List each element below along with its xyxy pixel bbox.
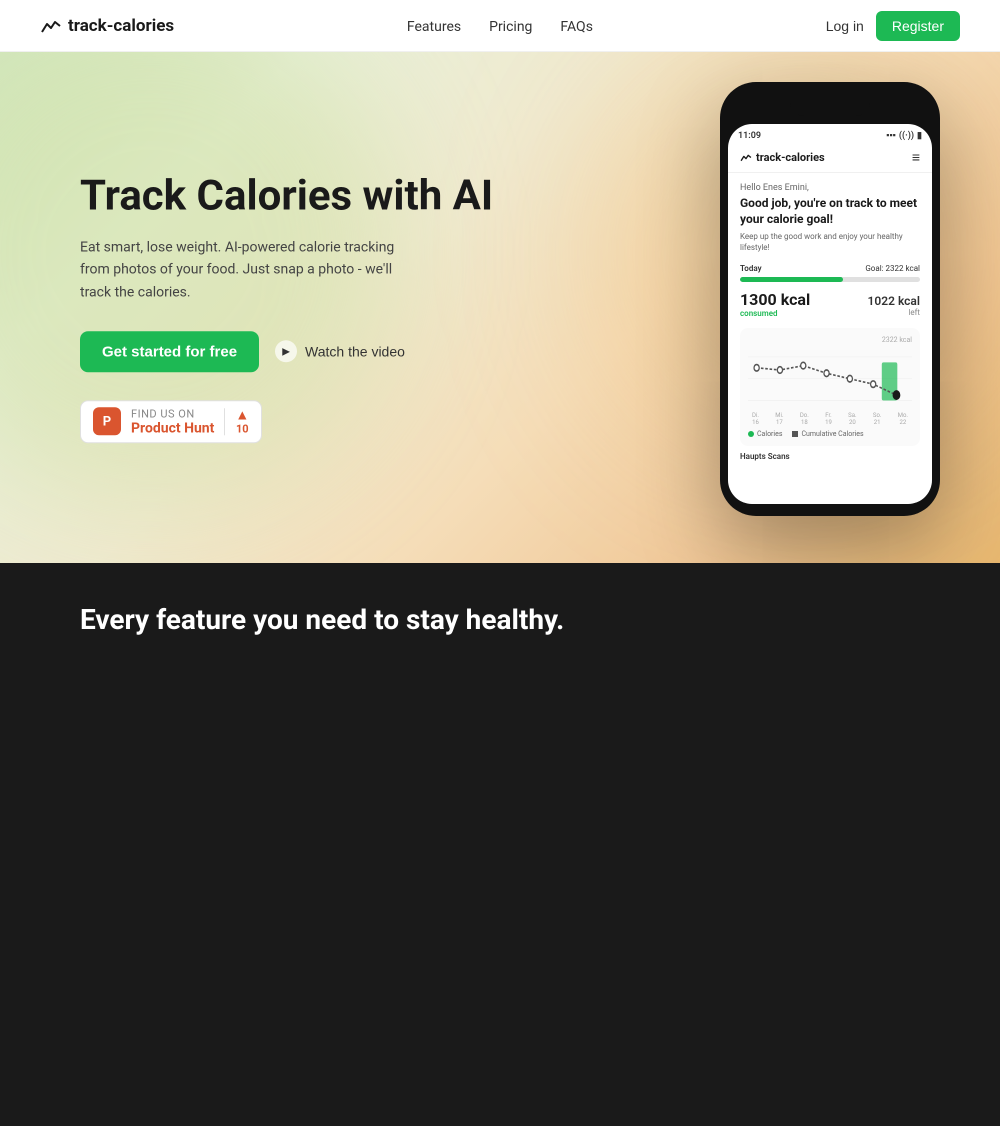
phone-status-bar: 11:09 ▪▪▪ ((·)) ▮ — [728, 124, 932, 145]
bottom-section: Every feature you need to stay healthy. — [0, 563, 1000, 1126]
phone-frame: 11:09 ▪▪▪ ((·)) ▮ track-calories — [720, 82, 940, 516]
phone-consumed: 1300 kcal consumed — [740, 290, 810, 318]
goal-label: Goal: 2322 kcal — [865, 264, 920, 273]
hero-title: Track Calories with AI — [80, 172, 493, 220]
phone-chart: 2322 kcal — [740, 328, 920, 446]
chart-y-label: 2322 kcal — [748, 336, 912, 344]
legend-cumulative-dot — [792, 431, 798, 437]
consumed-label: consumed — [740, 309, 810, 318]
nav-links: Features Pricing FAQs — [407, 16, 593, 35]
ph-name: Product Hunt — [131, 420, 214, 436]
left-label: left — [868, 308, 920, 317]
hero-content: Track Calories with AI Eat smart, lose w… — [80, 172, 493, 443]
left-kcal: 1022 kcal — [868, 294, 920, 308]
product-hunt-logo: P — [93, 408, 121, 436]
phone-notch — [790, 94, 870, 116]
watch-label: Watch the video — [305, 344, 405, 360]
legend-cumulative-label: Cumulative Calories — [801, 430, 863, 438]
hero-actions: Get started for free ▶ Watch the video — [80, 331, 493, 372]
chart-legend: Calories Cumulative Calories — [748, 430, 912, 438]
ph-score: ▲ 10 — [224, 408, 249, 435]
ph-arrow-icon: ▲ — [235, 408, 249, 422]
get-started-button[interactable]: Get started for free — [80, 331, 259, 372]
hero-subtitle: Eat smart, lose weight. AI-powered calor… — [80, 236, 400, 303]
register-button[interactable]: Register — [876, 11, 960, 41]
phone-screen: 11:09 ▪▪▪ ((·)) ▮ track-calories — [728, 124, 932, 504]
chart-x-label-3: Fr.19 — [825, 412, 832, 426]
chart-svg — [748, 346, 912, 406]
battery-icon: ▮ — [917, 131, 922, 141]
nav-features[interactable]: Features — [407, 19, 461, 35]
chart-x-label-5: So.21 — [873, 412, 882, 426]
hero-section: Track Calories with AI Eat smart, lose w… — [0, 52, 1000, 563]
today-label: Today — [740, 264, 762, 273]
phone-progress-bar — [740, 277, 920, 282]
phone-goal-section: Today Goal: 2322 kcal — [740, 264, 920, 282]
phone-left: 1022 kcal left — [868, 294, 920, 317]
wifi-icon: ((·)) — [899, 131, 914, 141]
chart-x-label-2: Do.18 — [800, 412, 809, 426]
phone-kcal-row: 1300 kcal consumed 1022 kcal left — [740, 290, 920, 318]
login-button[interactable]: Log in — [826, 18, 864, 34]
ph-find-text: FIND US ON — [131, 407, 214, 420]
phone-content: Hello Enes Emini, Good job, you're on tr… — [728, 173, 932, 471]
phone-mockup: 11:09 ▪▪▪ ((·)) ▮ track-calories — [720, 82, 940, 516]
navbar: track-calories Features Pricing FAQs Log… — [0, 0, 1000, 52]
phone-greeting: Hello Enes Emini, — [740, 183, 920, 193]
phone-app-name: track-calories — [756, 151, 825, 164]
nav-faqs[interactable]: FAQs — [560, 19, 593, 35]
logo-icon — [40, 18, 62, 34]
phone-app-logo: track-calories — [740, 151, 825, 164]
phone-progress-fill — [740, 277, 843, 282]
chart-x-label-6: Mo.22 — [898, 412, 908, 426]
watch-video-button[interactable]: ▶ Watch the video — [275, 341, 405, 363]
phone-app-header: track-calories ≡ — [728, 145, 932, 173]
consumed-kcal: 1300 kcal — [740, 290, 810, 309]
ph-text-group: FIND US ON Product Hunt — [131, 407, 214, 436]
chart-x-label-1: Mi.17 — [775, 412, 783, 426]
legend-calories-dot — [748, 431, 754, 437]
legend-calories-label: Calories — [757, 430, 782, 438]
play-icon: ▶ — [275, 341, 297, 363]
phone-time: 11:09 — [738, 131, 761, 141]
chart-x-labels: Di.16 Mi.17 Do.18 Fr.19 Sa.20 So.21 Mo.2… — [748, 412, 912, 426]
legend-calories: Calories — [748, 430, 782, 438]
bottom-title: Every feature you need to stay healthy. — [80, 603, 564, 636]
phone-status-icons: ▪▪▪ ((·)) ▮ — [886, 130, 922, 141]
legend-cumulative: Cumulative Calories — [792, 430, 863, 438]
nav-actions: Log in Register — [826, 11, 960, 41]
phone-section-title: Haupts Scans — [740, 452, 920, 461]
phone-logo-icon — [740, 153, 752, 162]
phone-menu-icon: ≡ — [912, 149, 920, 166]
phone-goal-header: Today Goal: 2322 kcal — [740, 264, 920, 273]
chart-x-label-0: Di.16 — [752, 412, 759, 426]
logo[interactable]: track-calories — [40, 16, 174, 36]
product-hunt-badge[interactable]: P FIND US ON Product Hunt ▲ 10 — [80, 400, 262, 443]
chart-x-label-4: Sa.20 — [848, 412, 856, 426]
signal-icon: ▪▪▪ — [886, 130, 896, 141]
phone-subtext: Keep up the good work and enjoy your hea… — [740, 231, 920, 253]
phone-headline: Good job, you're on track to meet your c… — [740, 196, 920, 227]
logo-text: track-calories — [68, 16, 174, 36]
nav-pricing[interactable]: Pricing — [489, 19, 532, 35]
ph-count: 10 — [236, 422, 249, 435]
